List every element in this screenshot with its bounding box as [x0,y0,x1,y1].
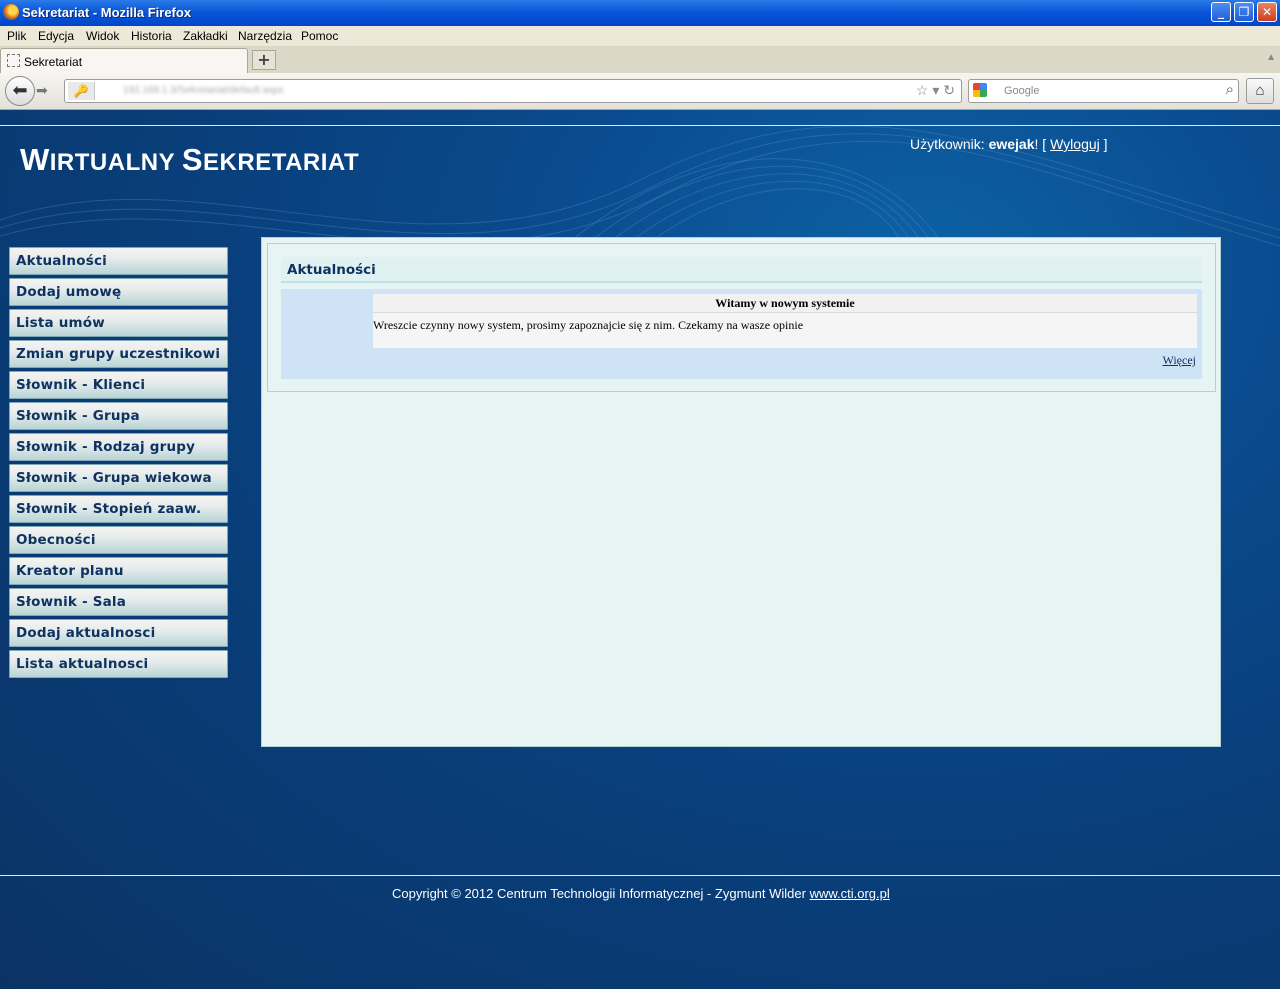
sidebar-item-slownik-sala[interactable]: Słownik - Sala [9,588,228,616]
back-button[interactable]: ⬅ [5,76,35,106]
sidebar-item-slownik-klienci[interactable]: Słownik - Klienci [9,371,228,399]
sidebar-item-slownik-rodzaj-grupy[interactable]: Słownik - Rodzaj grupy [9,433,228,461]
sidebar-menu: Aktualności Dodaj umowę Lista umów Zmian… [9,247,228,681]
key-icon[interactable]: 🔑 [68,82,95,100]
web-page: WIRTUALNY SEKRETARIAT Użytkownik: ewejak… [0,110,1280,989]
page-icon [7,54,20,67]
sidebar-item-lista-aktualnosci[interactable]: Lista aktualnosci [9,650,228,678]
menu-plik[interactable]: Plik [7,29,26,43]
logout-link[interactable]: Wyloguj [1050,136,1100,152]
bookmark-star-icon[interactable]: ☆ ▾ ↻ [916,82,955,99]
restore-button[interactable]: ❐ [1234,2,1254,22]
sidebar-item-obecnosci[interactable]: Obecności [9,526,228,554]
sidebar-item-slownik-grupa[interactable]: Słownik - Grupa [9,402,228,430]
sidebar-item-dodaj-umowe[interactable]: Dodaj umowę [9,278,228,306]
news-body: Wreszcie czynny nowy system, prosimy zap… [373,318,804,332]
menu-widok[interactable]: Widok [86,29,119,43]
window-titlebar: Sekretariat - Mozilla Firefox _ ❐ ✕ [0,0,1280,26]
new-tab-button[interactable]: + [252,50,276,70]
footer: Copyright © 2012 Centrum Technologii Inf… [392,886,890,901]
url-text: 192.168.1.3/Sekretariat/default.aspx [123,85,284,96]
close-button[interactable]: ✕ [1257,2,1277,22]
tabbar: Sekretariat + ▲ [0,46,1280,74]
menu-edycja[interactable]: Edycja [38,29,74,43]
sidebar-item-zmian-grupy[interactable]: Zmian grupy uczestnikowi [9,340,228,368]
google-icon[interactable] [973,83,987,97]
page-title: Aktualności [281,257,1202,283]
site-title: WIRTUALNY SEKRETARIAT [20,142,360,177]
minimize-button[interactable]: _ [1211,2,1231,22]
search-bar[interactable]: Google ⌕ [968,79,1239,103]
news-item: Witamy w nowym systemie Wreszcie czynny … [281,289,1202,379]
firefox-icon [3,4,19,20]
user-info: Użytkownik: ewejak! [ Wyloguj ] [910,136,1108,152]
url-bar[interactable]: 🔑 192.168.1.3/Sekretariat/default.aspx ☆… [64,79,962,103]
search-icon[interactable]: ⌕ [1226,81,1234,98]
news-title: Witamy w nowym systemie [373,294,1197,313]
sidebar-item-slownik-stopien[interactable]: Słownik - Stopień zaaw. [9,495,228,523]
footer-divider [0,875,1280,876]
news-box: Witamy w nowym systemie Wreszcie czynny … [373,294,1197,348]
menu-zakladki[interactable]: Zakładki [183,29,228,43]
search-placeholder: Google [1004,85,1040,97]
menu-historia[interactable]: Historia [131,29,172,43]
menu-pomoc[interactable]: Pomoc [301,29,338,43]
tab-sekretariat[interactable]: Sekretariat [0,48,248,73]
sidebar-item-slownik-grupa-wiekowa[interactable]: Słownik - Grupa wiekowa [9,464,228,492]
tab-list-icon[interactable]: ▲ [1266,52,1276,63]
tab-label: Sekretariat [24,55,83,69]
footer-link[interactable]: www.cti.org.pl [810,886,890,901]
sidebar-item-lista-umow[interactable]: Lista umów [9,309,228,337]
forward-button[interactable]: ➡ [36,82,48,99]
window-title: Sekretariat - Mozilla Firefox [22,5,192,20]
sidebar-item-dodaj-aktualnosci[interactable]: Dodaj aktualnosci [9,619,228,647]
sidebar-item-kreator-planu[interactable]: Kreator planu [9,557,228,585]
menubar: Plik Edycja Widok Historia Zakładki Narz… [0,26,1280,46]
news-panel: Aktualności Witamy w nowym systemie Wres… [267,243,1216,392]
main-content: Aktualności Witamy w nowym systemie Wres… [261,237,1221,747]
menu-narzedzia[interactable]: Narzędzia [238,29,292,43]
sidebar-item-aktualnosci[interactable]: Aktualności [9,247,228,275]
news-more-link[interactable]: Więcej [1163,353,1197,368]
navigation-toolbar: ⬅ ➡ 🔑 192.168.1.3/Sekretariat/default.as… [0,73,1280,110]
home-button[interactable]: ⌂ [1246,78,1274,104]
username: ewejak [988,136,1035,152]
